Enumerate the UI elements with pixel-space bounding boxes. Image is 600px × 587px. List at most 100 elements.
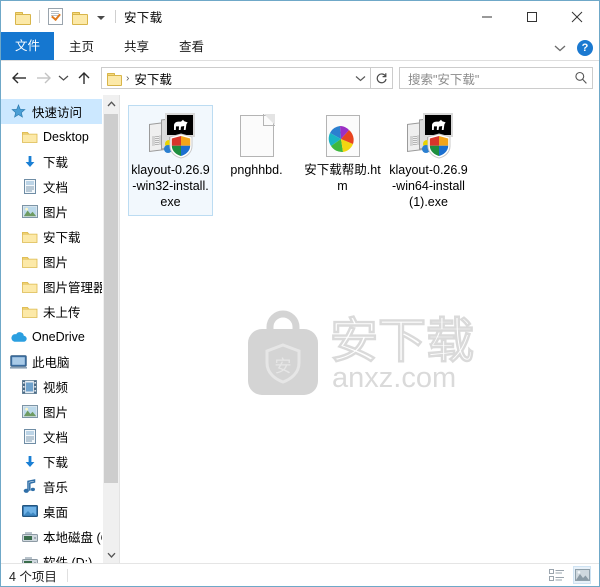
exe-installer-icon [405,113,453,159]
watermark-text-block: 安下载 anxz.com [328,307,480,400]
sidebar-item-label: Desktop [43,129,89,144]
search-input[interactable]: 搜索"安下载" [408,69,574,88]
status-divider [66,568,68,582]
sidebar-item-label: 音乐 [43,481,69,495]
file-items: klayout-0.26.9-win32-install.exe pnghhbd.… [120,95,599,216]
star-icon [9,104,28,119]
videos-icon [20,379,39,394]
scroll-up-arrow-icon[interactable] [103,95,119,112]
horse-glyph-icon [173,119,188,130]
search-icon[interactable] [574,71,588,85]
exe-installer-icon [147,113,195,159]
music-note-icon [20,479,39,494]
breadcrumb-separator: › [126,72,130,84]
folder-icon [20,255,39,268]
sidebar-item-label: 视频 [43,381,69,395]
navigation-scrollbar[interactable] [102,95,119,563]
quick-access-toolbar: 安下载 [1,7,162,26]
watermark-brand-text: 安下载 anxz.com [328,314,474,394]
tab-view[interactable]: 查看 [164,34,219,60]
file-list-pane[interactable]: klayout-0.26.9-win32-install.exe pnghhbd.… [120,95,599,563]
windows-shield-icon [169,133,192,159]
sidebar-item-label: 本地磁盘 (C [43,531,110,545]
file-name-label: klayout-0.26.9-win64-install (1).exe [389,163,468,209]
horse-glyph-icon [431,119,446,130]
documents-icon [20,179,39,194]
help-icon[interactable]: ? [577,40,593,56]
pictures-icon [20,205,39,218]
address-folder-icon [107,72,122,86]
drive-icon [20,531,39,543]
watermark-domain: anxz.com [332,362,456,394]
desktop-icon [20,505,39,518]
view-toggle-buttons [548,564,591,586]
sidebar-item-label: 此电脑 [32,356,70,370]
customize-caret-icon[interactable] [97,15,105,20]
sidebar-item-label: 图片 [43,406,69,420]
search-box[interactable]: 搜索"安下载" [399,67,593,89]
folder-icon [20,280,39,293]
sidebar-item-label: 文档 [43,181,69,195]
file-explorer-window: 安下载 文件 主页 共享 查看 ? › 安下载 搜索"安下载" 快速访问 Des… [0,0,600,587]
breadcrumb[interactable]: 安下载 [134,69,352,88]
watermark-shield-char: 安 [274,357,291,376]
sidebar-item-label: 下载 [43,456,69,470]
minimize-button[interactable] [464,1,509,32]
ribbon-tab-bar: 文件 主页 共享 查看 ? [1,32,599,61]
file-item[interactable]: klayout-0.26.9-win32-install.exe [128,105,213,216]
address-toolbar: › 安下载 搜索"安下载" [1,61,599,95]
scroll-down-arrow-icon[interactable] [103,546,119,563]
sidebar-item-label: 软件 (D:) [43,556,93,563]
up-button[interactable] [72,66,96,90]
file-item[interactable]: klayout-0.26.9-win64-install (1).exe [386,105,471,216]
properties-check [51,11,61,21]
folder-icon [20,230,39,243]
maximize-button[interactable] [509,1,554,32]
sidebar-item-label: 图片 [43,206,69,220]
window-controls [464,1,599,32]
address-dropdown-icon[interactable] [352,75,368,82]
sidebar-item-label: 安下载 [43,231,81,245]
forward-button[interactable] [31,66,55,90]
tab-file[interactable]: 文件 [1,32,55,60]
chevron-down-icon[interactable] [554,44,566,52]
blank-document-icon [239,114,275,157]
recent-locations-button[interactable] [55,66,72,90]
file-icon [303,110,382,162]
folder-icon [20,130,39,143]
file-icon [131,110,210,162]
close-button[interactable] [554,1,599,32]
large-icons-view-icon[interactable] [573,566,591,584]
folder-icon[interactable] [15,11,31,25]
watermark-brand: 安下载 [330,315,474,368]
status-bar: 4 个项目 [1,563,599,586]
file-name-label: klayout-0.26.9-win32-install.exe [131,163,210,209]
address-bar[interactable]: › 安下载 [101,67,371,89]
scrollbar-thumb[interactable] [104,114,118,483]
new-folder-icon[interactable] [72,11,88,25]
toolbar-divider-2 [115,10,116,23]
item-count-label: 4 个项目 [9,569,57,584]
refresh-button[interactable] [371,67,393,89]
properties-icon[interactable] [48,8,63,25]
file-icon [389,110,468,162]
download-arrow-icon [20,455,39,469]
title-bar: 安下载 [1,1,599,32]
file-icon [217,110,296,162]
drive-icon [20,556,39,563]
file-item[interactable]: 安下载帮助.htm [300,105,385,216]
back-button[interactable] [7,66,31,90]
tab-share[interactable]: 共享 [109,34,164,60]
pinwheel-icon [328,126,354,153]
sidebar-item-label: OneDrive [32,329,85,344]
explorer-body: 快速访问 Desktop 下载 文档 图片 安下载 图片 图片管理器 未上传 OneDrive 此电… [1,95,599,563]
tab-home[interactable]: 主页 [54,34,109,60]
details-view-icon[interactable] [548,566,566,584]
sidebar-item-label: 文档 [43,431,69,445]
folder-icon [20,305,39,318]
navigation-pane: 快速访问 Desktop 下载 文档 图片 安下载 图片 图片管理器 未上传 OneDrive 此电… [1,95,119,563]
file-item[interactable]: pnghhbd. [214,105,299,216]
html-pinwheel-icon [325,115,360,157]
toolbar-divider [39,10,40,23]
scrollbar-track[interactable] [103,112,119,546]
